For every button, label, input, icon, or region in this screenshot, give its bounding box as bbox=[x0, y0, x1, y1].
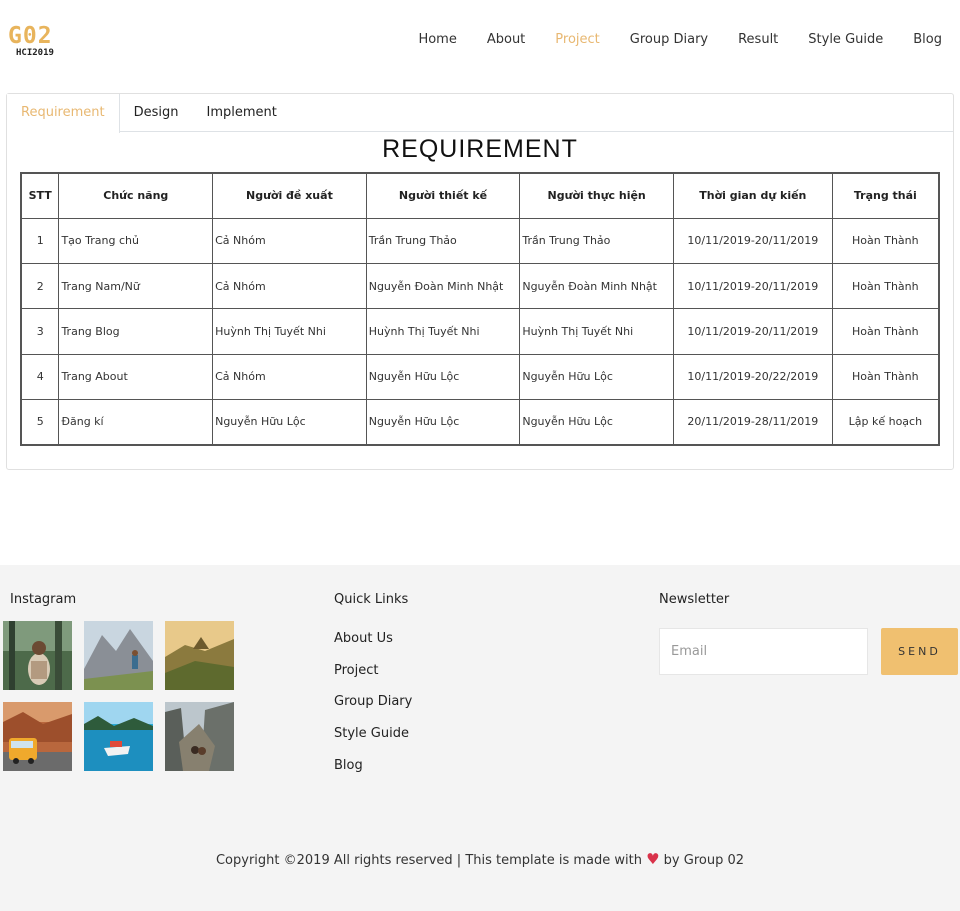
site-logo[interactable]: G02 HCI2019 bbox=[8, 24, 78, 58]
column-header: Thời gian dự kiến bbox=[672, 172, 833, 219]
cell-function: Đăng kí bbox=[58, 398, 214, 446]
quick-link-group-diary[interactable]: Group Diary bbox=[334, 694, 412, 726]
column-header: Người đề xuất bbox=[212, 172, 367, 219]
cell-designer: Nguyễn Đoàn Minh Nhật bbox=[365, 263, 521, 310]
cell-timeline: 10/11/2019-20/11/2019 bbox=[672, 308, 833, 355]
quick-link-project[interactable]: Project bbox=[334, 663, 412, 695]
quick-link-blog[interactable]: Blog bbox=[334, 758, 412, 790]
nav-result[interactable]: Result bbox=[738, 32, 778, 47]
project-tabs-panel: Requirement Design Implement REQUIREMENT… bbox=[6, 93, 954, 470]
cell-designer: Trần Trung Thảo bbox=[365, 217, 521, 265]
nav-group-diary[interactable]: Group Diary bbox=[630, 32, 708, 47]
nav-about[interactable]: About bbox=[487, 32, 525, 47]
cell-proposer: Cả Nhóm bbox=[212, 217, 367, 265]
cell-stt: 2 bbox=[20, 263, 60, 310]
email-input[interactable]: Email bbox=[659, 628, 868, 675]
table-row: 3 Trang Blog Huỳnh Thị Tuyết Nhi Huỳnh T… bbox=[20, 308, 940, 355]
cell-function: Trang Nam/Nữ bbox=[58, 263, 214, 310]
instagram-title: Instagram bbox=[10, 592, 77, 607]
logo-text: G02 bbox=[8, 23, 53, 49]
copyright-text: Copyright ©2019 All rights reserved | Th… bbox=[0, 850, 960, 868]
table-row: 5 Đăng kí Nguyễn Hữu Lộc Nguyễn Hữu Lộc … bbox=[20, 398, 940, 446]
cell-implementer: Huỳnh Thị Tuyết Nhi bbox=[519, 308, 674, 355]
instagram-photo-mountain-hiker[interactable] bbox=[84, 621, 153, 690]
quick-links-list: About Us Project Group Diary Style Guide… bbox=[334, 631, 412, 789]
column-header: STT bbox=[20, 172, 60, 219]
cell-proposer: Huỳnh Thị Tuyết Nhi bbox=[212, 308, 367, 355]
tab-design[interactable]: Design bbox=[120, 94, 193, 132]
table-row: 1 Tạo Trang chủ Cả Nhóm Trần Trung Thảo … bbox=[20, 217, 940, 265]
column-header: Chức năng bbox=[58, 172, 214, 219]
newsletter-title: Newsletter bbox=[659, 592, 730, 607]
instagram-photo-boat-sea[interactable] bbox=[84, 702, 153, 771]
column-header: Người thực hiện bbox=[519, 172, 674, 219]
cell-implementer: Nguyễn Hữu Lộc bbox=[519, 398, 674, 446]
cell-function: Tạo Trang chủ bbox=[58, 217, 214, 265]
nav-style-guide[interactable]: Style Guide bbox=[808, 32, 883, 47]
logo-subtitle: HCI2019 bbox=[16, 48, 54, 58]
cell-stt: 4 bbox=[20, 353, 60, 400]
requirement-title: REQUIREMENT bbox=[382, 135, 578, 163]
cell-implementer: Trần Trung Thảo bbox=[519, 217, 674, 265]
cell-status: Hoàn Thành bbox=[831, 353, 940, 400]
quick-link-about-us[interactable]: About Us bbox=[334, 631, 412, 663]
heart-icon: ♥ bbox=[646, 850, 660, 868]
cell-stt: 1 bbox=[20, 217, 60, 265]
site-footer: Instagram Quick Links About Us Project G… bbox=[0, 565, 960, 911]
cell-status: Lập kế hoạch bbox=[831, 398, 940, 446]
main-nav: Home About Project Group Diary Result St… bbox=[418, 32, 942, 47]
instagram-photo-van-canyon[interactable] bbox=[3, 702, 72, 771]
cell-timeline: 10/11/2019-20/11/2019 bbox=[672, 263, 833, 310]
cell-timeline: 10/11/2019-20/11/2019 bbox=[672, 217, 833, 265]
cell-timeline: 10/11/2019-20/22/2019 bbox=[672, 353, 833, 400]
nav-home[interactable]: Home bbox=[418, 32, 456, 47]
cell-designer: Nguyễn Hữu Lộc bbox=[365, 353, 521, 400]
tab-bar: Requirement Design Implement bbox=[7, 94, 953, 133]
column-header: Trạng thái bbox=[831, 172, 940, 219]
tab-requirement[interactable]: Requirement bbox=[7, 94, 120, 133]
copyright-prefix: Copyright ©2019 All rights reserved | Th… bbox=[215, 853, 642, 868]
cell-proposer: Nguyễn Hữu Lộc bbox=[212, 398, 367, 446]
table-header-row: STT Chức năng Người đề xuất Người thiết … bbox=[20, 172, 940, 219]
cell-implementer: Nguyễn Đoàn Minh Nhật bbox=[519, 263, 674, 310]
copyright-suffix: by Group 02 bbox=[663, 853, 745, 868]
cell-proposer: Cả Nhóm bbox=[212, 353, 367, 400]
cell-status: Hoàn Thành bbox=[831, 263, 940, 310]
tab-implement[interactable]: Implement bbox=[193, 94, 291, 132]
cell-function: Trang About bbox=[58, 353, 214, 400]
cell-implementer: Nguyễn Hữu Lộc bbox=[519, 353, 674, 400]
instagram-gallery bbox=[3, 621, 234, 771]
cell-designer: Huỳnh Thị Tuyết Nhi bbox=[365, 308, 521, 355]
instagram-photo-hiker-forest[interactable] bbox=[3, 621, 72, 690]
cell-status: Hoàn Thành bbox=[831, 217, 940, 265]
quick-link-style-guide[interactable]: Style Guide bbox=[334, 726, 412, 758]
cell-designer: Nguyễn Hữu Lộc bbox=[365, 398, 521, 446]
cell-stt: 3 bbox=[20, 308, 60, 355]
nav-blog[interactable]: Blog bbox=[913, 32, 942, 47]
quick-links-title: Quick Links bbox=[334, 592, 409, 607]
cell-timeline: 20/11/2019-28/11/2019 bbox=[672, 398, 833, 446]
table-row: 4 Trang About Cả Nhóm Nguyễn Hữu Lộc Ngu… bbox=[20, 353, 940, 400]
nav-project[interactable]: Project bbox=[555, 32, 599, 47]
cell-function: Trang Blog bbox=[58, 308, 214, 355]
column-header: Người thiết kế bbox=[365, 172, 521, 219]
cell-status: Hoàn Thành bbox=[831, 308, 940, 355]
requirement-table: STT Chức năng Người đề xuất Người thiết … bbox=[20, 172, 940, 446]
table-row: 2 Trang Nam/Nữ Cả Nhóm Nguyễn Đoàn Minh … bbox=[20, 263, 940, 310]
cell-proposer: Cả Nhóm bbox=[212, 263, 367, 310]
send-button[interactable]: SEND bbox=[881, 628, 958, 675]
instagram-photo-couple-cliffs[interactable] bbox=[165, 702, 234, 771]
cell-stt: 5 bbox=[20, 398, 60, 446]
instagram-photo-mountain-ridge[interactable] bbox=[165, 621, 234, 690]
